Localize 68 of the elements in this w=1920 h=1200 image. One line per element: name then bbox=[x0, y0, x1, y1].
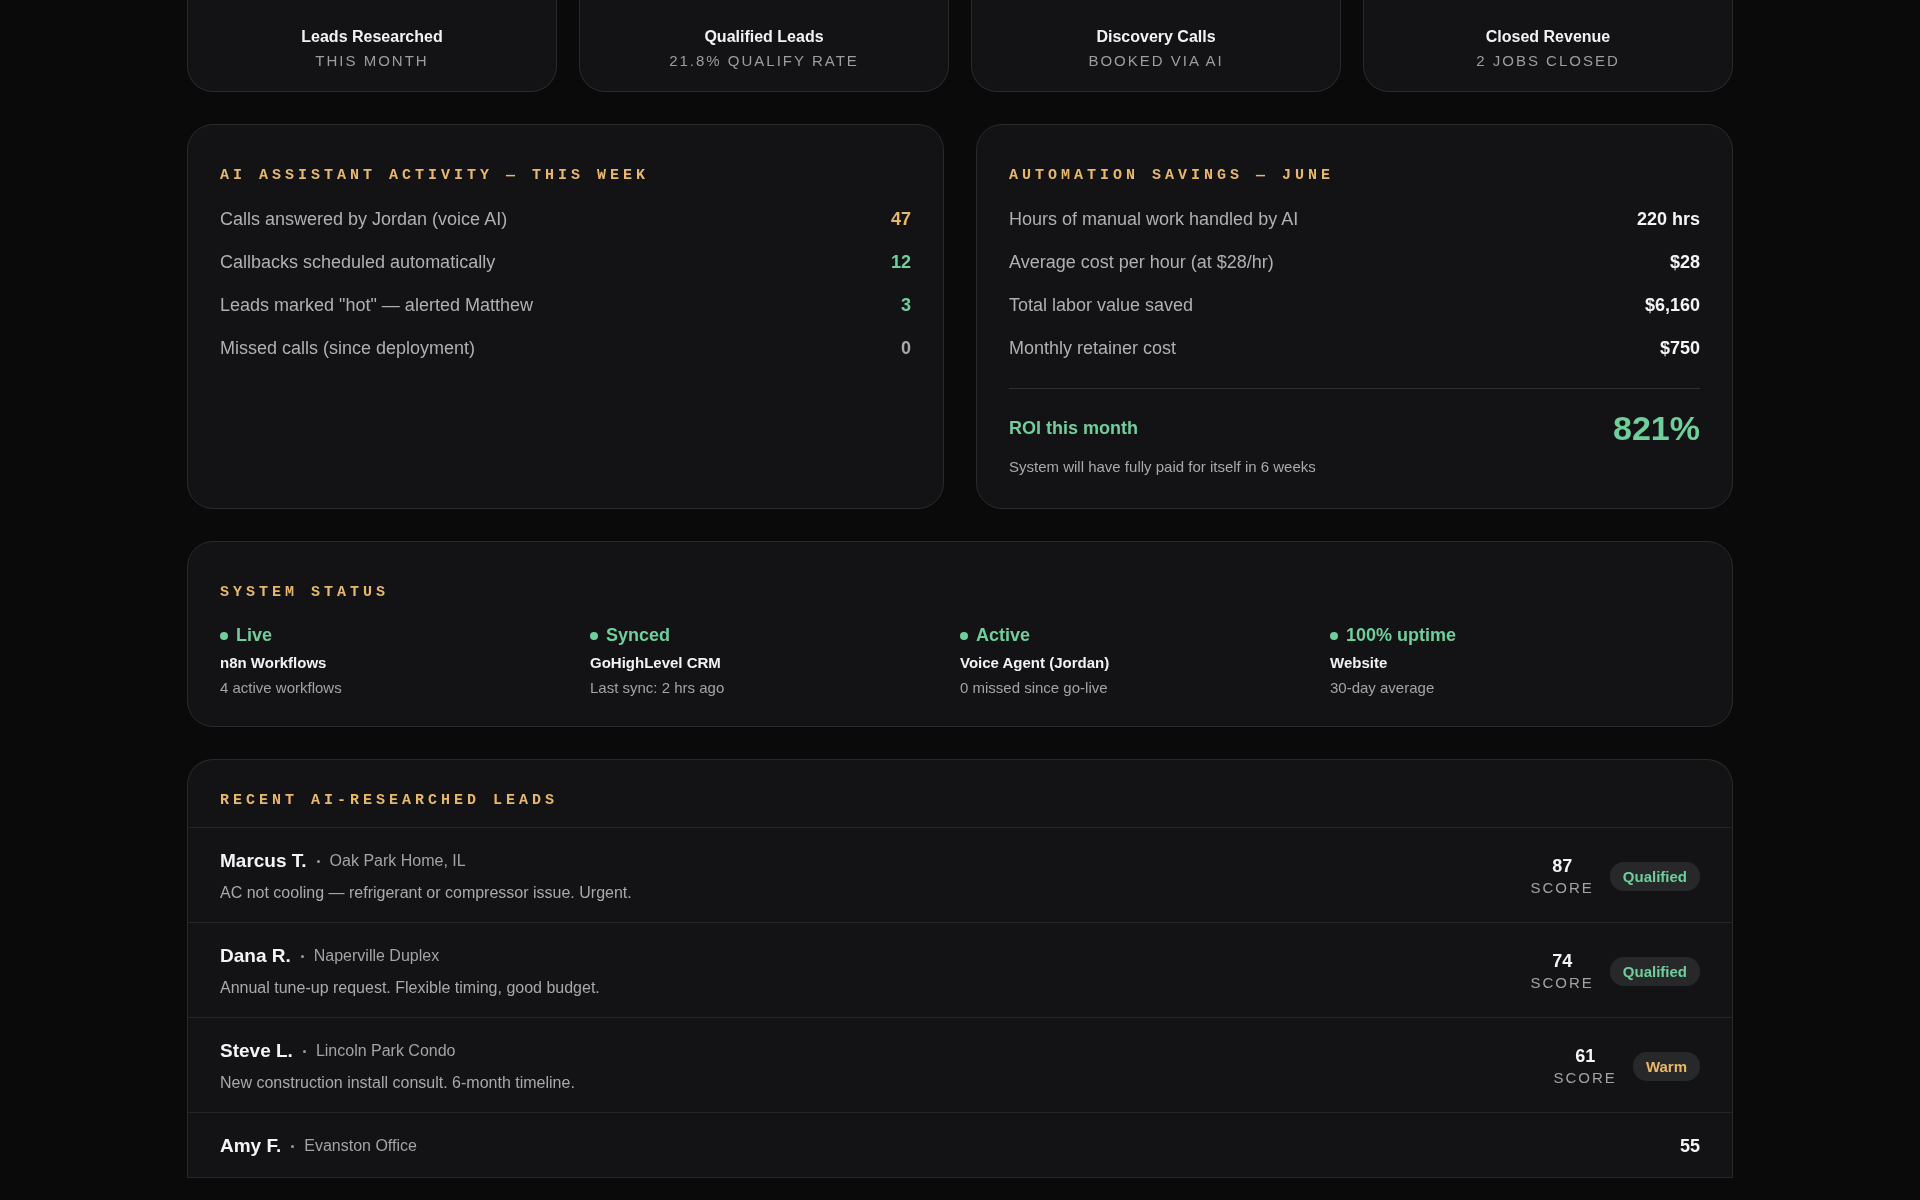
lead-location: Naperville Duplex bbox=[313, 947, 440, 965]
panel-title: RECENT AI-RESEARCHED LEADS bbox=[220, 792, 559, 809]
separator-dot bbox=[316, 859, 320, 863]
stat-label: Discovery Calls bbox=[1096, 28, 1216, 46]
metric-label: Callbacks scheduled automatically bbox=[220, 252, 496, 273]
stat-caption: 21.8% QUALIFY RATE bbox=[669, 52, 859, 69]
system-detail: Last sync: 2 hrs ago bbox=[590, 679, 726, 696]
stat-caption: THIS MONTH bbox=[315, 52, 429, 69]
metric-value: 12 bbox=[890, 252, 911, 273]
metric-label: Monthly retainer cost bbox=[1009, 338, 1177, 359]
roi-note: System will have fully paid for itself in 6 weeks bbox=[1009, 458, 1316, 475]
score-value: 55 bbox=[1679, 1135, 1700, 1157]
separator-dot bbox=[302, 1049, 306, 1053]
status-text: Active bbox=[976, 625, 1031, 646]
status-text: Live bbox=[236, 625, 273, 646]
metric-label: Hours of manual work handled by AI bbox=[1009, 209, 1299, 230]
score-value: 87 bbox=[1552, 856, 1573, 877]
status-text: Synced bbox=[606, 625, 671, 646]
panel-title: SYSTEM STATUS bbox=[220, 584, 390, 601]
panel-title: AUTOMATION SAVINGS — JUNE bbox=[1009, 167, 1335, 184]
metric-label: Total labor value saved bbox=[1009, 295, 1194, 316]
stat-label: Leads Researched bbox=[301, 28, 443, 46]
metric-label: Calls answered by Jordan (voice AI) bbox=[220, 209, 508, 230]
lead-location: Oak Park Home, IL bbox=[329, 852, 466, 870]
lead-location: Lincoln Park Condo bbox=[315, 1042, 456, 1060]
lead-location: Evanston Office bbox=[304, 1137, 417, 1155]
system-detail: 4 active workflows bbox=[220, 679, 343, 696]
metric-value: 47 bbox=[890, 209, 911, 230]
lead-name: Amy F. bbox=[220, 1135, 282, 1157]
metric-value: 0 bbox=[901, 338, 911, 359]
stat-caption: BOOKED VIA AI bbox=[1088, 52, 1224, 69]
lead-summary: AC not cooling — refrigerant or compressor issue. Urgent. bbox=[220, 884, 632, 902]
stat-label: Closed Revenue bbox=[1485, 28, 1611, 46]
metric-value: $28 bbox=[1669, 252, 1700, 273]
lead-name: Marcus T. bbox=[220, 850, 307, 872]
status-badge: Qualified bbox=[1609, 861, 1700, 891]
status-text: 100% uptime bbox=[1346, 625, 1457, 646]
metric-value: 3 bbox=[901, 295, 911, 316]
system-detail: 0 missed since go-live bbox=[960, 679, 1109, 696]
stat-label: Qualified Leads bbox=[704, 28, 824, 46]
separator-dot bbox=[300, 954, 304, 958]
metric-label: Average cost per hour (at $28/hr) bbox=[1009, 252, 1274, 273]
lead-summary: Annual tune-up request. Flexible timing, good budget. bbox=[220, 979, 600, 997]
roi-label: ROI this month bbox=[1009, 418, 1138, 439]
metric-label: Leads marked "hot" — alerted Matthew bbox=[220, 295, 533, 316]
system-name: n8n Workflows bbox=[220, 654, 328, 671]
score-label: SCORE bbox=[1530, 974, 1594, 991]
system-name: GoHighLevel CRM bbox=[590, 654, 722, 671]
metric-value: $6,160 bbox=[1644, 295, 1700, 316]
lead-summary: New construction install consult. 6-month timeline. bbox=[220, 1074, 575, 1092]
score-label: SCORE bbox=[1553, 1069, 1617, 1086]
panel-title: AI ASSISTANT ACTIVITY — THIS WEEK bbox=[220, 167, 650, 184]
score-value: 74 bbox=[1552, 951, 1573, 972]
roi-value: 821% bbox=[1613, 409, 1700, 448]
score-value: 61 bbox=[1575, 1046, 1596, 1067]
system-detail: 30-day average bbox=[1330, 679, 1436, 696]
system-name: Website bbox=[1330, 654, 1389, 671]
system-name: Voice Agent (Jordan) bbox=[960, 654, 1111, 671]
metric-value: $750 bbox=[1659, 338, 1700, 359]
metric-value: 220 hrs bbox=[1636, 209, 1700, 230]
lead-name: Steve L. bbox=[220, 1040, 293, 1062]
lead-name: Dana R. bbox=[220, 945, 291, 967]
stat-caption: 2 JOBS CLOSED bbox=[1476, 52, 1620, 69]
status-badge: Qualified bbox=[1609, 956, 1700, 986]
status-badge: Warm bbox=[1632, 1051, 1700, 1081]
metric-label: Missed calls (since deployment) bbox=[220, 338, 476, 359]
separator-dot bbox=[291, 1144, 295, 1148]
score-label: SCORE bbox=[1530, 879, 1594, 896]
